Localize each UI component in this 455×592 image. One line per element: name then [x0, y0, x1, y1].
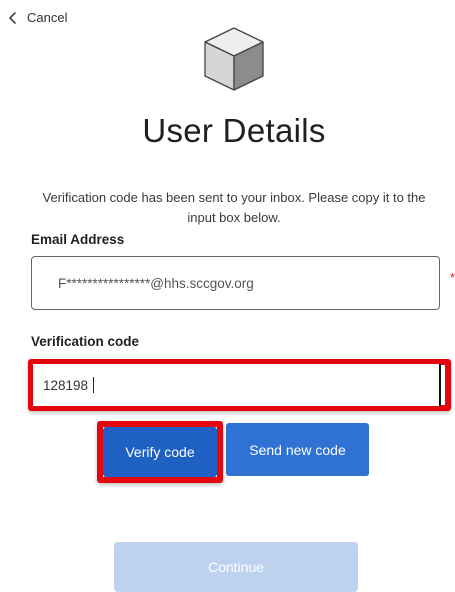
continue-button[interactable]: Continue	[114, 542, 358, 592]
required-marker: *	[450, 270, 455, 285]
cancel-label: Cancel	[27, 10, 68, 25]
chevron-left-icon	[9, 11, 16, 24]
email-value: F****************@hhs.sccgov.org	[58, 275, 254, 291]
email-field[interactable]: F****************@hhs.sccgov.org	[31, 256, 440, 310]
verification-message: Verification code has been sent to your …	[42, 190, 426, 225]
text-caret	[93, 377, 95, 393]
cube-icon	[204, 27, 264, 91]
send-new-code-button[interactable]: Send new code	[226, 423, 369, 476]
cancel-link[interactable]: Cancel	[6, 10, 67, 25]
verification-code-input[interactable]: 128198	[33, 364, 441, 406]
email-label: Email Address	[31, 232, 125, 247]
verification-code-value: 128198	[43, 377, 89, 393]
page-title: User Details	[142, 112, 326, 149]
verify-code-button[interactable]: Verify code	[103, 427, 217, 477]
verification-code-label: Verification code	[31, 334, 140, 349]
